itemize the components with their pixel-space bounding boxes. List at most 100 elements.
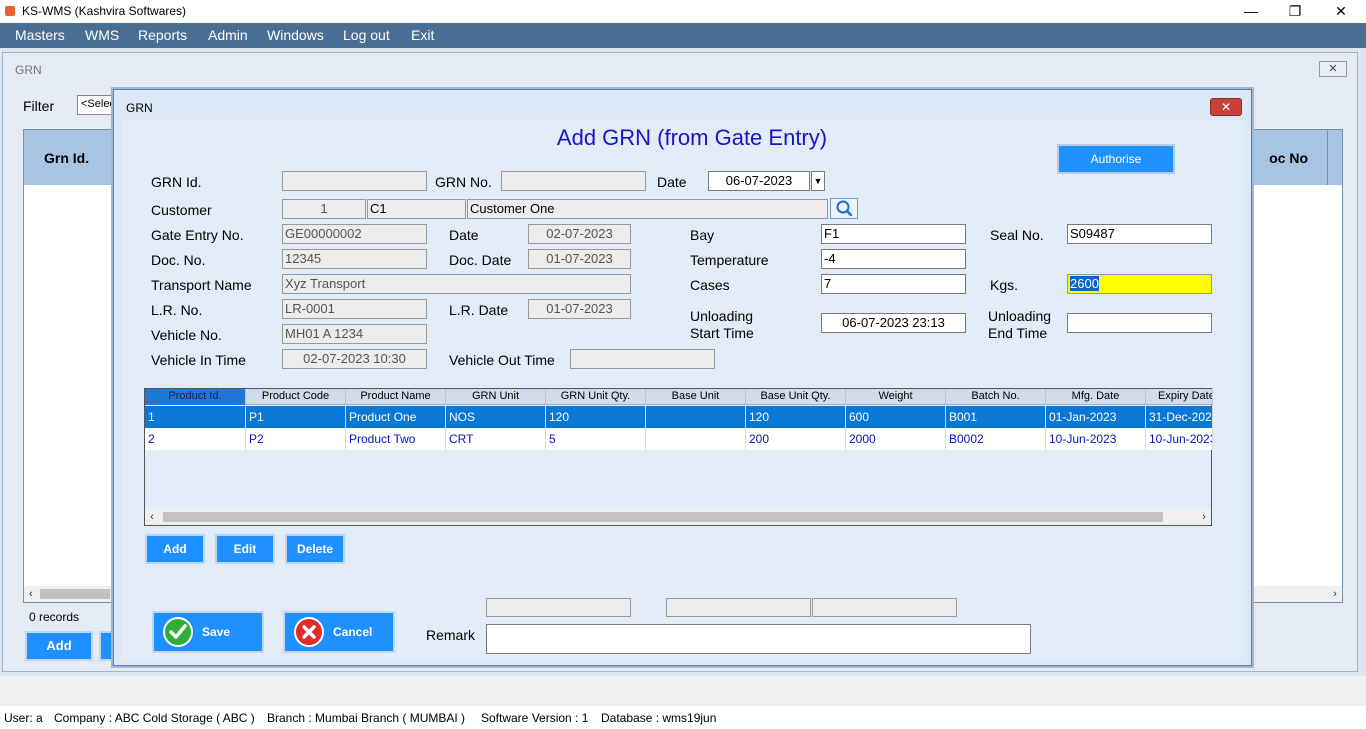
cancel-button[interactable]: Cancel bbox=[283, 611, 395, 653]
cell-product-code: P1 bbox=[246, 406, 346, 428]
menu-windows[interactable]: Windows bbox=[267, 27, 324, 43]
temperature-field[interactable]: -4 bbox=[821, 249, 966, 269]
summary-box-1 bbox=[486, 598, 631, 617]
vehicle-no-field[interactable]: MH01 A 1234 bbox=[282, 324, 427, 344]
column-doc-no[interactable]: oc No bbox=[1269, 150, 1308, 166]
unloading-start-field[interactable]: 06-07-2023 23:13 bbox=[821, 313, 966, 333]
edit-item-button[interactable]: Edit bbox=[215, 534, 275, 564]
unloading-start-label: Unloading Start Time bbox=[690, 308, 754, 342]
date-label: Date bbox=[657, 174, 687, 190]
col-batch-no[interactable]: Batch No. bbox=[946, 389, 1046, 405]
vehicle-out-time-field[interactable] bbox=[570, 349, 715, 369]
unloading-end-label-line2: End Time bbox=[988, 325, 1048, 341]
status-company: Company : ABC Cold Storage ( ABC ) bbox=[54, 711, 255, 725]
grn-no-field[interactable] bbox=[501, 171, 646, 191]
menu-wms[interactable]: WMS bbox=[85, 27, 119, 43]
col-base-unit[interactable]: Base Unit bbox=[646, 389, 746, 405]
cell-batch-no: B001 bbox=[946, 406, 1046, 428]
close-icon[interactable]: ✕ bbox=[1318, 0, 1364, 23]
gate-entry-no-field[interactable]: GE00000002 bbox=[282, 224, 427, 244]
save-label: Save bbox=[202, 625, 231, 639]
vehicle-no-label: Vehicle No. bbox=[151, 327, 222, 343]
grn-no-label: GRN No. bbox=[435, 174, 492, 190]
list-add-button[interactable]: Add bbox=[25, 631, 93, 661]
remark-field[interactable] bbox=[486, 624, 1031, 654]
doc-no-field[interactable]: 12345 bbox=[282, 249, 427, 269]
customer-code-field[interactable]: C1 bbox=[367, 199, 466, 219]
column-grn-id[interactable]: Grn Id. bbox=[44, 150, 89, 166]
cell-base-unit-qty: 200 bbox=[746, 428, 846, 450]
unloading-start-label-line1: Unloading bbox=[690, 308, 754, 324]
dialog-close-icon[interactable]: ✕ bbox=[1210, 98, 1242, 116]
summary-box-2 bbox=[666, 598, 811, 617]
lr-no-field[interactable]: LR-0001 bbox=[282, 299, 427, 319]
customer-name-field[interactable]: Customer One bbox=[467, 199, 828, 219]
status-branch: Branch : Mumbai Branch ( MUMBAI ) bbox=[267, 711, 466, 725]
table-row[interactable]: 1 P1 Product One NOS 120 120 600 B001 01… bbox=[145, 406, 1213, 428]
col-product-name[interactable]: Product Name bbox=[346, 389, 446, 405]
table-row[interactable]: 2 P2 Product Two CRT 5 200 2000 B0002 10… bbox=[145, 428, 1213, 450]
seal-no-field[interactable]: S09487 bbox=[1067, 224, 1212, 244]
menu-reports[interactable]: Reports bbox=[138, 27, 187, 43]
cell-mfg-date: 10-Jun-2023 bbox=[1046, 428, 1146, 450]
grn-id-field[interactable] bbox=[282, 171, 427, 191]
cell-weight: 600 bbox=[846, 406, 946, 428]
unloading-start-label-line2: Start Time bbox=[690, 325, 754, 341]
doc-date-field[interactable]: 01-07-2023 bbox=[528, 249, 631, 269]
product-grid-scrollbar[interactable]: ‹ › bbox=[145, 509, 1211, 525]
save-button[interactable]: Save bbox=[152, 611, 264, 653]
product-grid-header: Product Id. Product Code Product Name GR… bbox=[145, 389, 1213, 405]
unloading-end-field[interactable] bbox=[1067, 313, 1212, 333]
unloading-end-label-line1: Unloading bbox=[988, 308, 1052, 324]
col-product-id[interactable]: Product Id. bbox=[145, 389, 246, 405]
cases-field[interactable]: 7 bbox=[821, 274, 966, 294]
customer-search-button[interactable] bbox=[830, 198, 858, 219]
menu-admin[interactable]: Admin bbox=[208, 27, 248, 43]
date-field[interactable]: 06-07-2023 bbox=[708, 171, 810, 191]
minimize-icon[interactable]: — bbox=[1228, 0, 1274, 23]
menu-logout[interactable]: Log out bbox=[343, 27, 390, 43]
col-base-unit-qty[interactable]: Base Unit Qty. bbox=[746, 389, 846, 405]
bay-label: Bay bbox=[690, 227, 715, 243]
authorise-button[interactable]: Authorise bbox=[1057, 144, 1175, 174]
grn-list-close-icon[interactable]: ✕ bbox=[1319, 61, 1347, 77]
scroll-left-icon[interactable]: ‹ bbox=[145, 509, 159, 525]
header-divider bbox=[1327, 130, 1328, 185]
col-grn-unit[interactable]: GRN Unit bbox=[446, 389, 546, 405]
customer-label: Customer bbox=[151, 202, 212, 218]
cell-grn-unit-qty: 5 bbox=[546, 428, 646, 450]
cell-base-unit bbox=[646, 406, 746, 428]
delete-item-button[interactable]: Delete bbox=[285, 534, 345, 564]
kgs-field[interactable]: 2600 bbox=[1067, 274, 1212, 294]
col-expiry-date[interactable]: Expiry Date bbox=[1146, 389, 1213, 405]
date-dropdown-icon[interactable]: ▼ bbox=[811, 171, 825, 191]
cell-base-unit bbox=[646, 428, 746, 450]
menu-exit[interactable]: Exit bbox=[411, 27, 434, 43]
vehicle-in-time-field[interactable]: 02-07-2023 10:30 bbox=[282, 349, 427, 369]
lr-date-field[interactable]: 01-07-2023 bbox=[528, 299, 631, 319]
status-version: Software Version : 1 bbox=[481, 711, 589, 725]
scroll-thumb[interactable] bbox=[163, 512, 1163, 522]
scroll-right-icon[interactable]: › bbox=[1328, 586, 1342, 602]
kgs-label: Kgs. bbox=[990, 277, 1019, 293]
unloading-end-label: Unloading End Time bbox=[988, 308, 1051, 342]
restore-icon[interactable]: ❐ bbox=[1272, 0, 1318, 23]
doc-no-label: Doc. No. bbox=[151, 252, 206, 268]
col-product-code[interactable]: Product Code bbox=[246, 389, 346, 405]
scroll-right-icon[interactable]: › bbox=[1197, 509, 1211, 525]
col-grn-unit-qty[interactable]: GRN Unit Qty. bbox=[546, 389, 646, 405]
scroll-left-icon[interactable]: ‹ bbox=[24, 586, 38, 602]
transport-name-field[interactable]: Xyz Transport bbox=[282, 274, 631, 294]
transport-name-label: Transport Name bbox=[151, 277, 252, 293]
ge-date-field[interactable]: 02-07-2023 bbox=[528, 224, 631, 244]
col-weight[interactable]: Weight bbox=[846, 389, 946, 405]
scroll-thumb[interactable] bbox=[40, 589, 110, 599]
customer-id-field[interactable]: 1 bbox=[282, 199, 366, 219]
cell-product-name: Product Two bbox=[346, 428, 446, 450]
add-item-button[interactable]: Add bbox=[145, 534, 205, 564]
cancel-x-icon bbox=[294, 617, 324, 647]
col-mfg-date[interactable]: Mfg. Date bbox=[1046, 389, 1146, 405]
bay-field[interactable]: F1 bbox=[821, 224, 966, 244]
vehicle-in-time-label: Vehicle In Time bbox=[151, 352, 246, 368]
menu-masters[interactable]: Masters bbox=[15, 27, 65, 43]
